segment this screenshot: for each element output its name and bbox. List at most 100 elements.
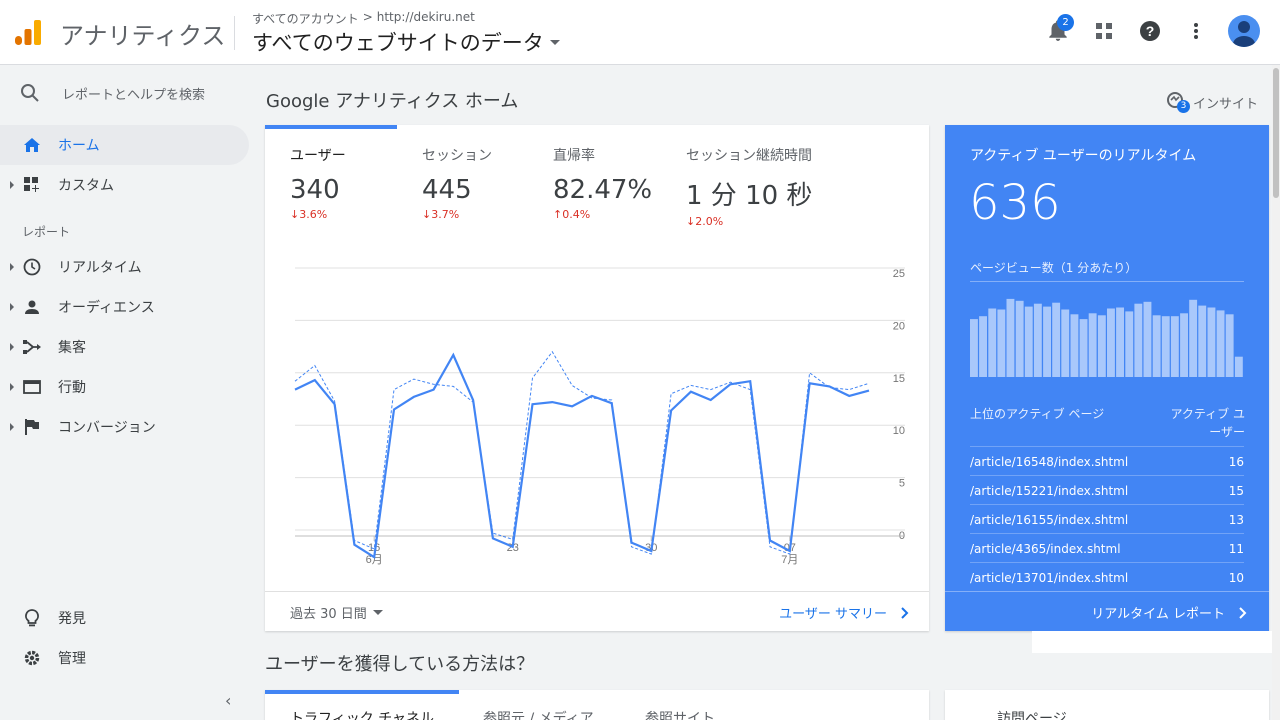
previous-period-series-line xyxy=(294,350,870,555)
sidebar-item-label: 管理 xyxy=(58,651,86,667)
date-range-label: 過去 30 日間 xyxy=(290,607,367,622)
pageview-bar xyxy=(1024,306,1033,377)
user-summary-link[interactable]: ユーザー サマリー xyxy=(779,603,909,622)
pageview-bar xyxy=(1006,298,1015,377)
tab-source-medium[interactable]: 参照元 / メディア xyxy=(483,708,594,720)
report-search[interactable]: レポートとヘルプを検索 xyxy=(20,83,205,103)
apps-grid-icon xyxy=(1096,23,1112,39)
top-header: アナリティクス すべてのアカウント > http://dekiru.net すべ… xyxy=(0,0,1280,65)
sidebar-item-discover[interactable]: 発見 xyxy=(0,598,249,638)
metric-bounce-rate[interactable]: 直帰率 82.47% ↑0.4% xyxy=(553,145,652,221)
sidebar: レポートとヘルプを検索 ホーム カスタム レポート リアルタイム オーディエンス xyxy=(0,65,250,720)
sidebar-item-label: 発見 xyxy=(58,611,86,627)
table-row[interactable]: /article/15221/index.shtml 15 xyxy=(970,475,1244,504)
sidebar-item-label: リアルタイム xyxy=(58,260,142,276)
realtime-report-link[interactable]: リアルタイム レポート xyxy=(1091,603,1247,622)
reports-section-label: レポート xyxy=(22,225,71,239)
pageview-bar xyxy=(1043,306,1051,377)
sidebar-item-conversions[interactable]: コンバージョン xyxy=(0,407,249,447)
metric-change: ↓3.6% xyxy=(290,208,328,221)
breadcrumb-account[interactable]: すべてのアカウント xyxy=(252,10,359,27)
pageview-bar xyxy=(1143,301,1152,377)
breadcrumb-property[interactable]: http://dekiru.net xyxy=(377,10,475,27)
header-actions: 2 ? xyxy=(1044,14,1260,48)
view-name: すべてのウェブサイトのデータ xyxy=(252,31,544,55)
insights-button[interactable]: 3 インサイト xyxy=(1165,90,1258,114)
page-path: /article/4365/index.shtml xyxy=(970,542,1121,556)
more-options-button[interactable] xyxy=(1182,14,1210,48)
apps-button[interactable] xyxy=(1090,14,1118,48)
sidebar-item-audience[interactable]: オーディエンス xyxy=(0,287,249,327)
tab-referrals[interactable]: 参照サイト xyxy=(645,708,715,720)
app-name[interactable]: アナリティクス xyxy=(60,16,225,51)
active-users-header: アクティブ ユーザー xyxy=(1170,407,1246,439)
breadcrumb[interactable]: すべてのアカウント > http://dekiru.net xyxy=(252,10,475,27)
metric-session-duration[interactable]: セッション継続時間 1 分 10 秒 ↓2.0% xyxy=(686,145,812,228)
person-icon xyxy=(23,298,41,316)
table-row[interactable]: /article/16548/index.shtml 16 xyxy=(970,446,1244,475)
sidebar-item-label: オーディエンス xyxy=(58,300,155,316)
pageview-bar xyxy=(997,309,1006,377)
date-range-selector[interactable]: 過去 30 日間 xyxy=(290,603,383,622)
table-row[interactable]: /article/13701/index.shtml 10 xyxy=(970,562,1244,591)
tab-traffic-channel[interactable]: トラフィック チャネル xyxy=(290,708,434,720)
sidebar-item-admin[interactable]: 管理 xyxy=(0,638,249,678)
sidebar-item-label: カスタム xyxy=(58,178,114,194)
analytics-logo-icon[interactable] xyxy=(14,18,42,46)
pageview-bar xyxy=(1088,313,1097,377)
metric-value: 340 xyxy=(290,175,340,205)
table-row[interactable]: /article/16155/index.shtml 13 xyxy=(970,504,1244,533)
expand-arrow-icon xyxy=(10,423,14,431)
sidebar-item-acquisition[interactable]: 集客 xyxy=(0,327,249,367)
active-user-count: 16 xyxy=(1228,455,1244,469)
insight-count-badge: 3 xyxy=(1176,100,1190,113)
sidebar-item-label: コンバージョン xyxy=(58,420,156,436)
spacer xyxy=(1032,631,1272,653)
avatar[interactable] xyxy=(1228,15,1260,47)
notification-count-badge: 2 xyxy=(1057,14,1074,31)
pageview-bar xyxy=(1052,302,1061,377)
selected-tab-indicator xyxy=(265,690,459,694)
breadcrumb-separator: > xyxy=(362,10,373,24)
expand-arrow-icon xyxy=(10,303,14,311)
pageview-bar xyxy=(988,308,997,377)
pageview-bar xyxy=(1198,305,1207,377)
divider xyxy=(970,281,1244,282)
sidebar-item-home[interactable]: ホーム xyxy=(0,125,249,165)
realtime-title: アクティブ ユーザーのリアルタイム xyxy=(970,148,1197,164)
metric-label: 直帰率 xyxy=(553,148,595,164)
realtime-report-label: リアルタイム レポート xyxy=(1091,607,1225,622)
collapse-sidebar-button[interactable]: ‹ xyxy=(225,691,231,710)
insights-icon: 3 xyxy=(1165,90,1190,114)
metric-users[interactable]: ユーザー 340 ↓3.6% xyxy=(290,145,346,221)
acquisition-section-title: ユーザーを獲得している方法は？ xyxy=(265,654,535,675)
pageview-bar xyxy=(1225,314,1234,377)
overview-card-footer: 過去 30 日間 ユーザー サマリー xyxy=(265,591,929,631)
sidebar-item-label: 行動 xyxy=(58,380,86,396)
help-button[interactable]: ? xyxy=(1136,14,1164,48)
sidebar-item-realtime[interactable]: リアルタイム xyxy=(0,247,249,287)
pageview-bar xyxy=(1107,308,1115,377)
metric-change: ↓3.7% xyxy=(422,208,460,221)
notifications-button[interactable]: 2 xyxy=(1044,14,1074,48)
user-avatar-icon xyxy=(1233,21,1255,47)
chevron-right-icon xyxy=(1239,606,1247,619)
active-user-count: 15 xyxy=(1228,484,1244,498)
page-path: /article/15221/index.shtml xyxy=(970,484,1129,498)
pageview-bar xyxy=(1234,356,1243,377)
pageview-bar xyxy=(1189,299,1198,377)
sidebar-item-custom[interactable]: カスタム xyxy=(0,165,249,205)
chevron-down-icon xyxy=(372,610,383,615)
metric-change: ↓2.0% xyxy=(686,215,724,228)
x-tick-month-label: 7月 xyxy=(781,554,798,566)
metric-sessions[interactable]: セッション 445 ↓3.7% xyxy=(422,145,492,221)
view-selector[interactable]: すべてのウェブサイトのデータ xyxy=(252,27,560,57)
sidebar-item-behavior[interactable]: 行動 xyxy=(0,367,249,407)
table-row[interactable]: /article/4365/index.shtml 11 xyxy=(970,533,1244,562)
users-line-chart[interactable]: 0510152025166月23 30 077月 xyxy=(265,255,929,575)
active-user-count: 13 xyxy=(1228,513,1244,527)
scrollbar-thumb[interactable] xyxy=(1273,68,1279,198)
pageview-bar xyxy=(1207,307,1216,377)
gear-icon xyxy=(23,649,41,667)
pageviews-bar-chart xyxy=(970,298,1243,377)
